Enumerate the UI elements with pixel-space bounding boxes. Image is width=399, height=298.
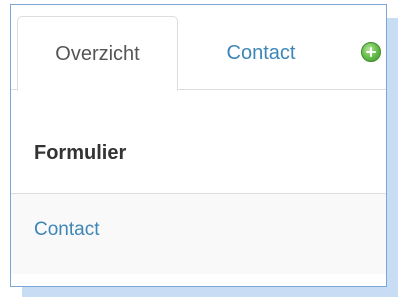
table-row: Contact [11, 194, 386, 274]
table-header-row: Formulier [11, 130, 386, 194]
tab-overzicht-label: Overzicht [55, 43, 140, 65]
column-header-formulier: Formulier [34, 142, 127, 164]
tab-bar: Overzicht Contact [11, 5, 386, 91]
form-panel: Overzicht Contact Formulier Contact [10, 4, 387, 287]
screenshot-stage: Overzicht Contact Formulier Contact [0, 0, 399, 298]
formulier-link-contact[interactable]: Contact [34, 219, 99, 241]
tab-contact[interactable]: Contact [191, 16, 331, 90]
tab-contact-label: Contact [226, 42, 296, 64]
add-tab-button[interactable] [361, 42, 381, 62]
tab-overzicht[interactable]: Overzicht [17, 16, 178, 91]
